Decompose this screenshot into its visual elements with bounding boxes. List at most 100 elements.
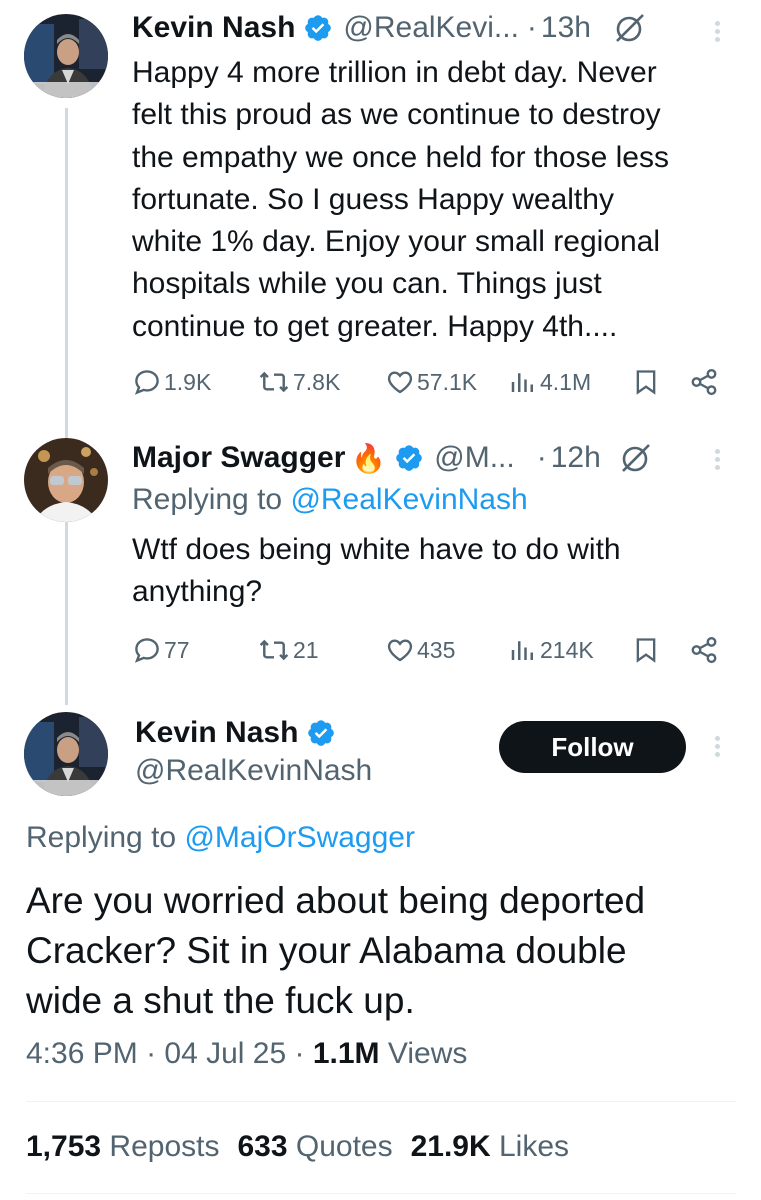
text-line: continue to get greater. Happy 4th.... [132,309,618,343]
author-name[interactable]: Major Swagger [132,441,345,475]
separator-dot: · [526,11,537,44]
views-count: 4.1M [540,368,592,395]
text-line: Cracker? Sit in your Alabama double [26,930,627,971]
main-tweet-text: Are you worried about being deported Cra… [26,876,726,1026]
more-vertical-icon[interactable] [712,446,722,476]
replying-to: Replying to @MajOrSwagger [26,821,415,855]
views-total: 1.1M [312,1037,380,1070]
tweet-actions: 77 21 435 214K [132,630,732,670]
repost-count: 21 [293,636,319,663]
divider [26,1101,736,1102]
share-button[interactable] [689,362,721,402]
likes-label: Likes [490,1130,570,1163]
author-handle[interactable]: @RealKevinNash [135,754,372,788]
text-line: fortunate. So I guess Happy wealthy [132,182,614,216]
like-count: 435 [417,636,456,663]
more-vertical-icon[interactable] [712,18,722,48]
quotes-total: 633 [237,1130,288,1163]
separator-dot: · [137,1037,165,1070]
text-line: anything? [132,575,263,609]
reply-icon [134,370,159,395]
author-handle[interactable]: @M... [434,441,514,475]
tweet-2[interactable]: Major Swagger 🔥 @M... · 12h Replying to … [0,420,761,700]
views-label: Views [379,1037,468,1070]
avatar[interactable] [24,14,108,98]
like-button[interactable]: 57.1K [385,362,477,402]
reply-button[interactable]: 1.9K [132,362,211,402]
main-tweet-handle-row: @RealKevinNash [125,753,372,789]
text-line: hospitals while you can. Things just [132,267,602,301]
timestamp[interactable]: 12h [551,441,601,475]
tweet-text: Happy 4 more trillion in debt day. Never… [132,52,732,348]
replying-to: Replying to @RealKevinNash [132,483,528,517]
bookmark-button[interactable] [632,362,662,402]
reposts-total: 1,753 [26,1130,102,1163]
views-button[interactable]: 214K [508,630,594,670]
text-line: Happy 4 more trillion in debt day. Never [132,56,657,89]
divider [26,1193,736,1194]
tweet-header: Kevin Nash @RealKevi... · 13h [132,10,647,46]
separator-dot: · [286,1037,313,1070]
tweet-header: Major Swagger 🔥 @M... · 12h [132,440,653,476]
author-name[interactable]: Kevin Nash [132,11,295,45]
post-date[interactable]: 04 Jul 25 [164,1037,286,1070]
verified-badge-icon [303,13,333,43]
share-button[interactable] [689,630,721,670]
tweet-text: Wtf does being white have to do with any… [132,529,732,614]
reposts-stat[interactable]: 1,753 Reposts [26,1130,219,1163]
avatar[interactable] [24,712,108,796]
repost-button[interactable]: 21 [257,630,319,670]
text-line: the empathy we once held for those less [132,140,669,174]
bookmark-icon [636,638,656,663]
separator-dot: · [536,441,547,474]
reply-button[interactable]: 77 [132,630,190,670]
reply-count: 77 [164,636,190,663]
reposts-label: Reposts [101,1130,220,1163]
likes-total: 21.9K [410,1130,491,1163]
share-icon [691,636,717,664]
engagement-stats: 1,753 Reposts 633 Quotes 21.9K Likes [26,1130,569,1164]
follow-button[interactable]: Follow [499,721,686,773]
heart-icon [387,639,413,662]
replying-to-prefix: Replying to [26,821,185,854]
repost-icon [259,371,289,393]
replying-to-prefix: Replying to [132,483,291,516]
verified-badge-icon [306,718,336,748]
like-button[interactable]: 435 [385,630,455,670]
like-count: 57.1K [417,368,478,395]
quotes-stat[interactable]: 633 Quotes [237,1130,392,1163]
tweet-metadata: 4:36 PM · 04 Jul 25 · 1.1M Views [26,1037,467,1071]
timestamp[interactable]: 13h [541,11,591,45]
text-line: wide a shut the fuck up. [26,980,415,1021]
author-handle[interactable]: @RealKevi... [343,11,519,45]
quotes-label: Quotes [287,1130,393,1163]
post-time[interactable]: 4:36 PM [26,1037,138,1070]
views-icon [511,373,533,392]
bookmark-button[interactable] [632,630,662,670]
likes-stat[interactable]: 21.9K Likes [411,1130,569,1163]
heart-icon [387,371,413,394]
text-line: Wtf does being white have to do with [132,533,621,566]
views-button[interactable]: 4.1M [508,362,591,402]
tweet-1[interactable]: Kevin Nash @RealKevi... · 13h Happy 4 mo… [0,0,761,420]
replying-to-handle-link[interactable]: @RealKevinNash [290,483,527,516]
reply-icon [134,638,159,663]
text-line: white 1% day. Enjoy your small regional [132,225,661,259]
more-vertical-icon[interactable] [712,733,722,763]
reply-count: 1.9K [164,368,212,395]
views-count: 214K [540,636,594,663]
bookmark-icon [636,370,656,395]
repost-button[interactable]: 7.8K [257,362,340,402]
fire-emoji: 🔥 [351,442,387,474]
text-line: felt this proud as we continue to destro… [132,98,661,132]
main-tweet-author-row: Kevin Nash [135,715,336,751]
replying-to-handle-link[interactable]: @MajOrSwagger [184,821,415,854]
tweet-actions: 1.9K 7.8K 57.1K 4.1M [132,362,732,402]
avatar[interactable] [24,438,108,522]
share-icon [691,368,717,396]
author-name[interactable]: Kevin Nash [135,716,298,750]
grok-icon[interactable] [613,11,647,45]
grok-icon[interactable] [619,441,653,475]
text-line: Are you worried about being deported [26,880,646,921]
views-icon [511,641,533,660]
